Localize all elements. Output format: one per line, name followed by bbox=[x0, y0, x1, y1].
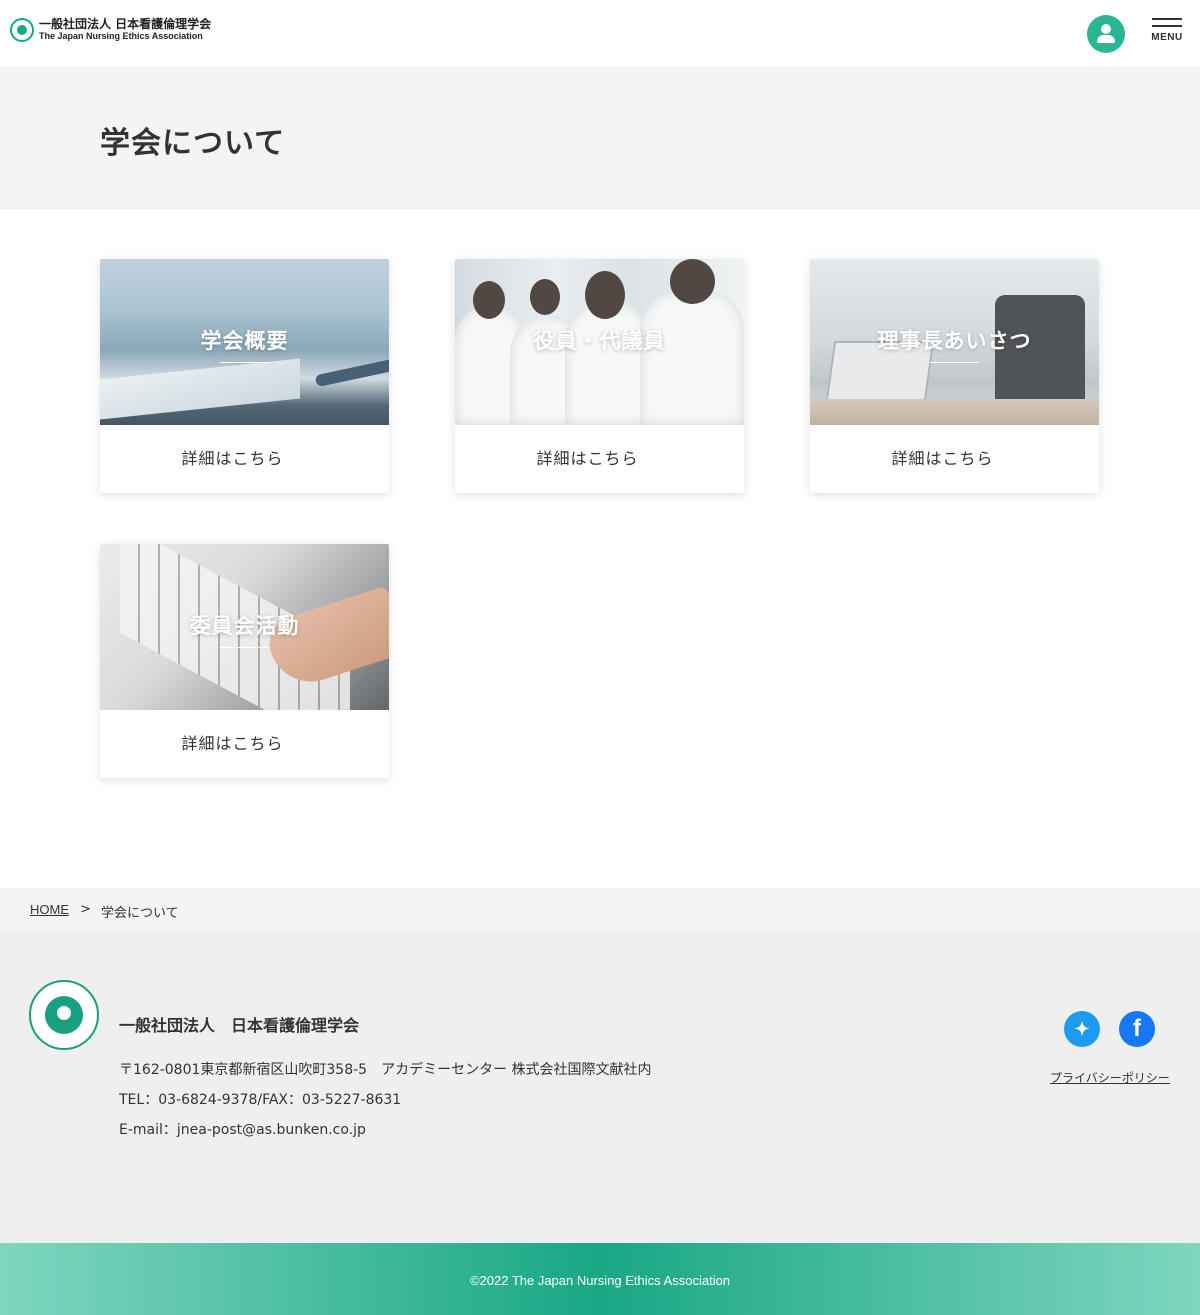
card-image: 理事長あいさつ bbox=[810, 259, 1099, 425]
footer-address: 〒162-0801東京都新宿区山吹町358-5 アカデミーセンター 株式会社国際… bbox=[119, 1062, 652, 1078]
site-footer: 一般社団法人 日本看護倫理学会 〒162-0801東京都新宿区山吹町358-5 … bbox=[0, 931, 1200, 1243]
card-title: 役員・代議員 bbox=[533, 329, 666, 353]
user-icon bbox=[1101, 24, 1111, 34]
card-officers[interactable]: 役員・代議員 詳細はこちら bbox=[455, 259, 744, 493]
breadcrumb-current: 学会について bbox=[101, 906, 179, 921]
logo-text: 一般社団法人 日本看護倫理学会 The Japan Nursing Ethics… bbox=[39, 18, 211, 41]
card-title: 理事長あいさつ bbox=[877, 329, 1032, 353]
card-underline bbox=[220, 647, 269, 648]
menu-icon-bar bbox=[1152, 25, 1182, 27]
breadcrumb-home-link[interactable]: HOME bbox=[30, 902, 69, 917]
member-login-button[interactable] bbox=[1087, 15, 1125, 53]
footer-email: E-mail：jnea-post@as.bunken.co.jp bbox=[119, 1122, 366, 1138]
card-detail-link[interactable]: 詳細はこちら bbox=[455, 425, 744, 493]
card-committees[interactable]: 委員会活動 詳細はこちら bbox=[100, 544, 389, 778]
logo-jp: 一般社団法人 日本看護倫理学会 bbox=[39, 17, 212, 32]
breadcrumb-separator: > bbox=[80, 902, 91, 917]
card-title: 委員会活動 bbox=[189, 614, 300, 638]
user-icon-body bbox=[1097, 35, 1115, 43]
card-title: 学会概要 bbox=[200, 329, 289, 353]
twitter-icon[interactable]: ✦ bbox=[1064, 1011, 1100, 1047]
menu-button[interactable]: MENU bbox=[1150, 18, 1184, 56]
card-president-message[interactable]: 理事長あいさつ 詳細はこちら bbox=[810, 259, 1099, 493]
breadcrumb: HOME > 学会について bbox=[0, 888, 1200, 931]
footer-org-name: 一般社団法人 日本看護倫理学会 bbox=[119, 1016, 360, 1035]
card-image: 役員・代議員 bbox=[455, 259, 744, 425]
footer-logo-icon[interactable] bbox=[29, 980, 99, 1050]
logo-mark-icon bbox=[10, 18, 34, 42]
card-detail-link[interactable]: 詳細はこちら bbox=[100, 425, 389, 493]
card-detail-link[interactable]: 詳細はこちら bbox=[810, 425, 1099, 493]
card-overview[interactable]: 学会概要 詳細はこちら bbox=[100, 259, 389, 493]
page-title: 学会について bbox=[100, 126, 286, 161]
card-image: 委員会活動 bbox=[100, 544, 389, 710]
menu-label: MENU bbox=[1151, 32, 1183, 43]
card-detail-link[interactable]: 詳細はこちら bbox=[100, 710, 389, 778]
copyright-text: ©2022 The Japan Nursing Ethics Associati… bbox=[469, 1273, 731, 1288]
copyright-band: ©2022 The Japan Nursing Ethics Associati… bbox=[0, 1243, 1200, 1315]
footer-tel: TEL：03-6824-9378/FAX：03-5227-8631 bbox=[119, 1092, 402, 1108]
logo-en: The Japan Nursing Ethics Association bbox=[39, 30, 203, 41]
menu-icon bbox=[1152, 18, 1182, 20]
site-header: 一般社団法人 日本看護倫理学会 The Japan Nursing Ethics… bbox=[0, 0, 1200, 66]
site-logo[interactable]: 一般社団法人 日本看護倫理学会 The Japan Nursing Ethics… bbox=[10, 18, 211, 42]
page-title-band: 学会について bbox=[0, 66, 1200, 209]
card-underline bbox=[930, 362, 979, 363]
facebook-icon[interactable]: f bbox=[1119, 1011, 1155, 1047]
privacy-policy-link[interactable]: プライバシーポリシー bbox=[1050, 1069, 1170, 1086]
card-underline bbox=[575, 362, 624, 363]
card-underline bbox=[220, 362, 269, 363]
card-image: 学会概要 bbox=[100, 259, 389, 425]
